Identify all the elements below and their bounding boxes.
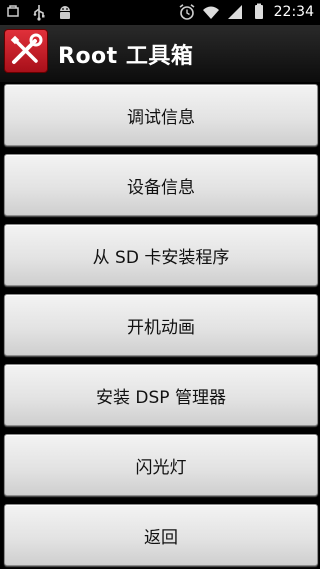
notification-icon xyxy=(7,5,19,17)
app-title: Root 工具箱 xyxy=(58,44,194,69)
toolbox-icon xyxy=(4,29,48,73)
button-label: 闪光灯 xyxy=(135,457,187,478)
install-dsp-manager-button[interactable]: 安装 DSP 管理器 xyxy=(4,364,318,426)
button-label: 开机动画 xyxy=(127,317,195,338)
back-button[interactable]: 返回 xyxy=(4,504,318,566)
button-label: 设备信息 xyxy=(127,177,195,198)
button-label: 返回 xyxy=(144,527,178,548)
button-label: 调试信息 xyxy=(127,107,195,128)
usb-icon xyxy=(33,5,45,21)
status-bar: 22:34 xyxy=(0,0,320,25)
wifi-icon xyxy=(202,6,219,19)
device-info-button[interactable]: 设备信息 xyxy=(4,154,318,216)
debug-info-button[interactable]: 调试信息 xyxy=(4,84,318,146)
battery-icon xyxy=(254,3,263,19)
android-debug-icon xyxy=(60,6,70,19)
button-label: 安装 DSP 管理器 xyxy=(96,387,226,408)
flashlight-button[interactable]: 闪光灯 xyxy=(4,434,318,496)
status-time: 22:34 xyxy=(273,4,314,20)
title-bar: Root 工具箱 xyxy=(0,25,320,82)
boot-animation-button[interactable]: 开机动画 xyxy=(4,294,318,356)
status-right: 22:34 xyxy=(178,3,314,21)
status-left xyxy=(4,3,74,21)
alarm-icon xyxy=(179,4,195,20)
button-label: 从 SD 卡安装程序 xyxy=(92,247,230,268)
install-from-sd-button[interactable]: 从 SD 卡安装程序 xyxy=(4,224,318,286)
signal-icon xyxy=(227,5,242,19)
